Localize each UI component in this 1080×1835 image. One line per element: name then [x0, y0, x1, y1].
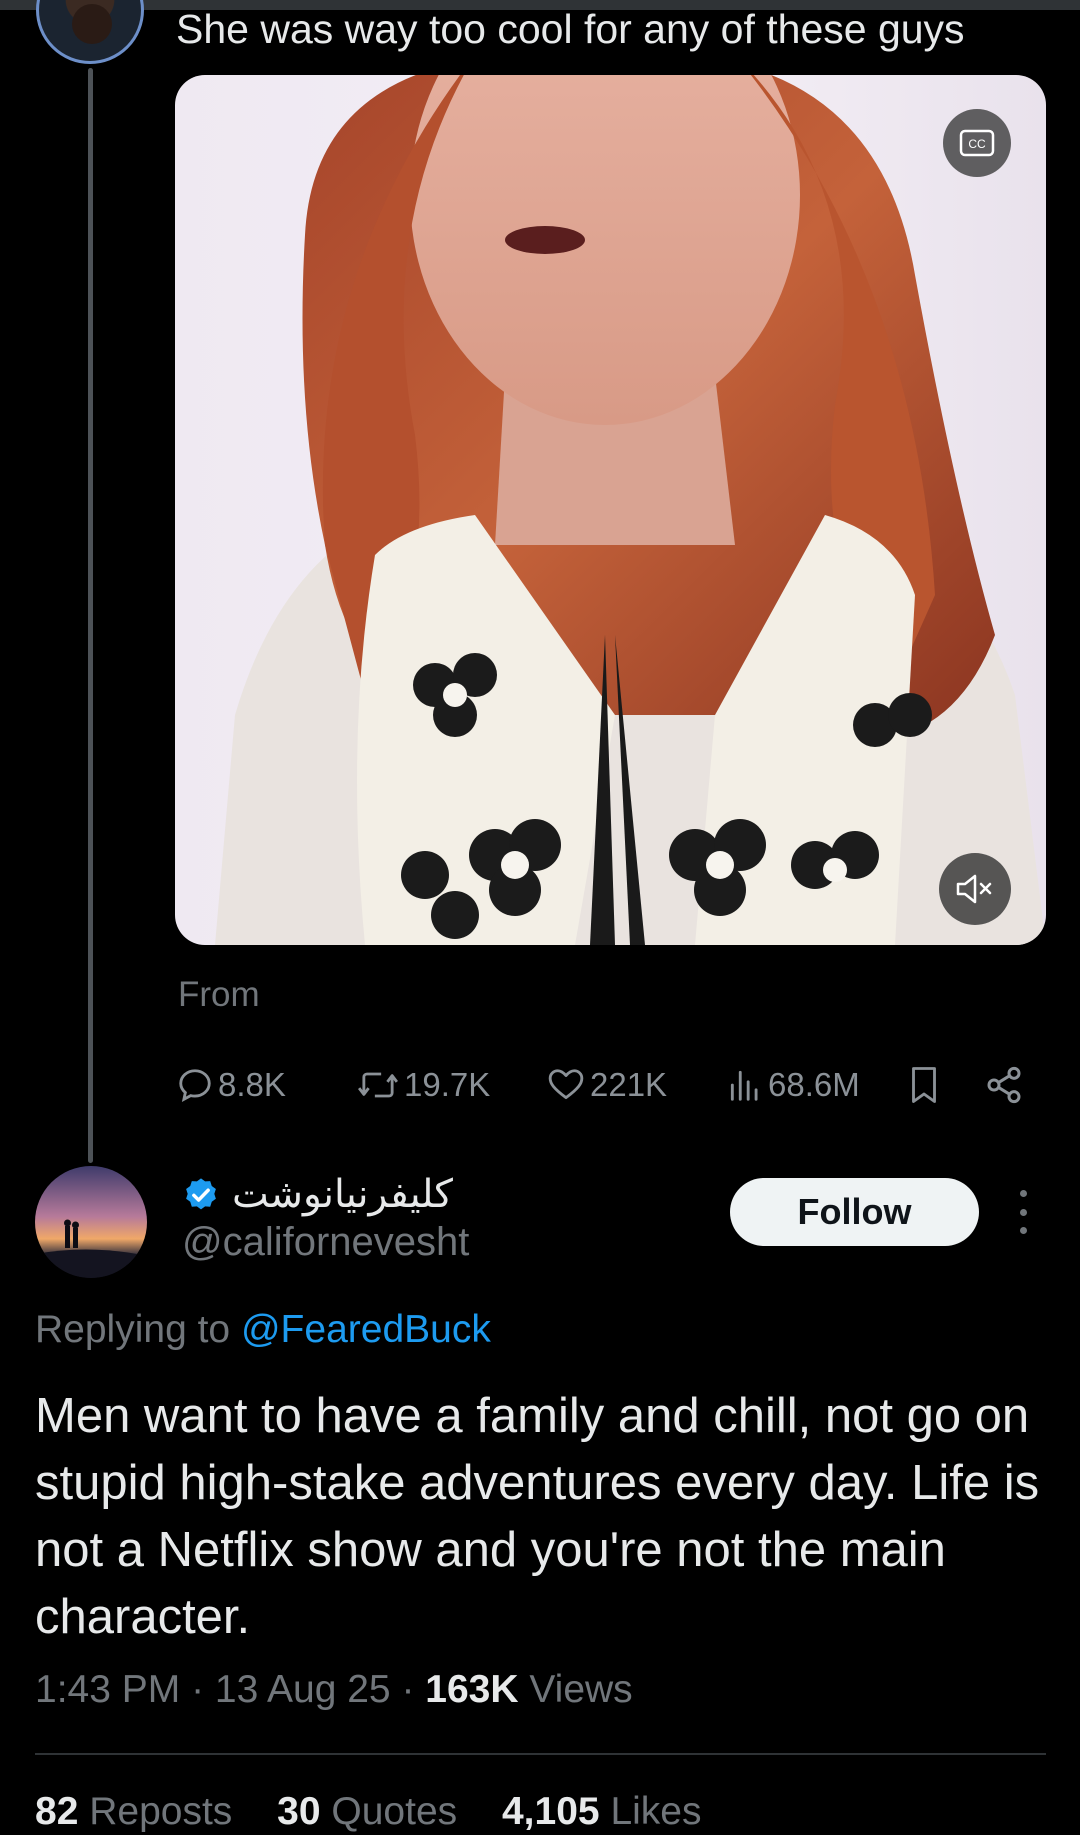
replying-to-line: Replying to @FearedBuck — [35, 1308, 491, 1352]
quotes-stat[interactable]: 30 Quotes — [277, 1790, 468, 1833]
like-icon — [548, 1069, 584, 1100]
mute-toggle-button[interactable] — [939, 853, 1011, 925]
repost-action[interactable]: 19.7K — [356, 1060, 490, 1110]
repost-count: 19.7K — [404, 1066, 491, 1103]
video-frame — [215, 75, 1046, 945]
reply-author-name[interactable]: کلیفرنیانوشت — [232, 1170, 453, 1218]
tweet-video[interactable]: CC — [175, 75, 1046, 945]
captions-button[interactable]: CC — [943, 109, 1011, 177]
reply-author-avatar[interactable] — [35, 1166, 147, 1278]
views-action[interactable]: 68.6M — [726, 1060, 860, 1110]
engagement-stats: 82 Reposts 30 Quotes 4,105 Likes — [35, 1790, 735, 1834]
bookmark-icon — [912, 1067, 936, 1103]
reposts-count: 82 — [35, 1790, 79, 1833]
views-icon — [730, 1070, 758, 1101]
reposts-stat[interactable]: 82 Reposts — [35, 1790, 243, 1833]
previous-author-avatar[interactable] — [36, 0, 144, 64]
repost-icon — [358, 1072, 398, 1098]
bookmark-button[interactable] — [906, 1060, 946, 1110]
stats-divider — [35, 1753, 1046, 1755]
meta-separator: · — [191, 1668, 215, 1711]
tweet-time[interactable]: 1:43 PM — [35, 1668, 180, 1711]
replying-prefix: Replying to — [35, 1308, 231, 1351]
tweet-action-bar: 8.8K 19.7K 221K 68.6M — [176, 1060, 1056, 1110]
quotes-label: Quotes — [331, 1790, 458, 1833]
more-icon-dot — [1019, 1190, 1027, 1197]
quotes-count: 30 — [277, 1790, 321, 1833]
reposts-label: Reposts — [89, 1790, 233, 1833]
sunset-avatar-image — [35, 1166, 147, 1278]
media-source-label[interactable]: From — [178, 975, 260, 1015]
tweet-metadata: 1:43 PM · 13 Aug 25 · 163K Views — [35, 1668, 633, 1712]
reply-author-handle[interactable]: @californevesht — [182, 1220, 469, 1265]
verified-badge[interactable] — [182, 1176, 220, 1214]
thread-connector-line — [88, 68, 93, 1163]
like-action[interactable]: 221K — [546, 1060, 667, 1110]
more-icon-dot — [1019, 1208, 1027, 1216]
mute-icon — [956, 874, 992, 904]
reply-action[interactable]: 8.8K — [176, 1060, 286, 1110]
reply-tweet-text: Men want to have a family and chill, not… — [35, 1389, 1040, 1644]
likes-stat[interactable]: 4,105 Likes — [502, 1790, 702, 1833]
cc-icon: CC — [959, 129, 995, 157]
follow-button[interactable]: Follow — [730, 1178, 979, 1246]
like-count: 221K — [590, 1066, 668, 1103]
svg-text:CC: CC — [968, 137, 986, 151]
replying-mention-link[interactable]: @FearedBuck — [241, 1308, 491, 1351]
tweet-views-label: Views — [529, 1668, 633, 1711]
tweet-date[interactable]: 13 Aug 25 — [215, 1668, 391, 1711]
more-options-button[interactable] — [1005, 1190, 1041, 1234]
verified-icon — [186, 1178, 216, 1210]
views-count: 68.6M — [768, 1066, 860, 1103]
likes-count: 4,105 — [501, 1790, 600, 1833]
likes-label: Likes — [610, 1790, 702, 1833]
reply-icon — [179, 1069, 211, 1102]
share-icon — [987, 1066, 1021, 1104]
previous-tweet-text: She was way too cool for any of these gu… — [176, 6, 965, 52]
tweet-views-count: 163K — [425, 1668, 519, 1711]
meta-separator: · — [401, 1668, 426, 1711]
share-button[interactable] — [984, 1060, 1028, 1110]
reply-count: 8.8K — [218, 1066, 286, 1103]
more-icon-dot — [1019, 1227, 1027, 1234]
